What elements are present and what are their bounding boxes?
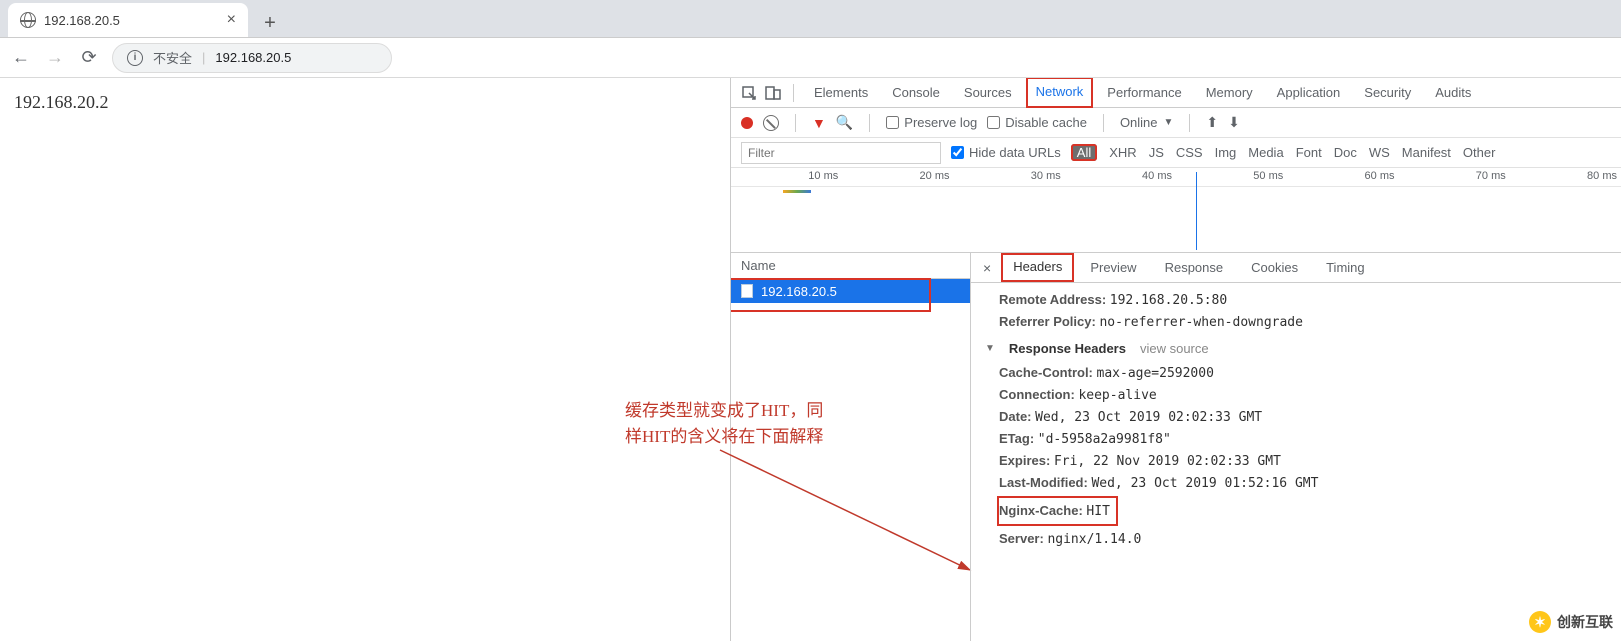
request-detail: × Headers Preview Response Cookies Timin… bbox=[971, 253, 1621, 641]
back-button[interactable]: ← bbox=[10, 47, 32, 69]
filter-type-all[interactable]: All bbox=[1071, 144, 1097, 161]
headers-pane[interactable]: Remote Address: 192.168.20.5:80 Referrer… bbox=[971, 283, 1621, 641]
detail-tab-cookies[interactable]: Cookies bbox=[1239, 254, 1310, 281]
forward-button[interactable]: → bbox=[44, 47, 66, 69]
browser-tab[interactable]: 192.168.20.5 × bbox=[8, 3, 248, 37]
filter-type-font[interactable]: Font bbox=[1296, 145, 1322, 160]
filter-type-img[interactable]: Img bbox=[1215, 145, 1237, 160]
devtools-panel: Elements Console Sources Network Perform… bbox=[730, 78, 1621, 641]
preserve-log-checkbox[interactable]: Preserve log bbox=[886, 115, 977, 130]
throttle-select[interactable]: Online▼ bbox=[1120, 115, 1173, 130]
close-detail-icon[interactable]: × bbox=[977, 260, 997, 276]
network-filter-bar: Hide data URLs All XHR JS CSS Img Media … bbox=[731, 138, 1621, 168]
filter-type-doc[interactable]: Doc bbox=[1334, 145, 1357, 160]
inspect-icon[interactable] bbox=[739, 83, 759, 103]
omnibox[interactable]: i 不安全 | 192.168.20.5 bbox=[112, 43, 392, 73]
filter-type-manifest[interactable]: Manifest bbox=[1402, 145, 1451, 160]
detail-tab-headers[interactable]: Headers bbox=[1001, 253, 1074, 282]
globe-icon bbox=[20, 12, 36, 28]
tab-sources[interactable]: Sources bbox=[954, 78, 1022, 107]
timeline-load-marker bbox=[1196, 172, 1197, 250]
not-secure-label: 不安全 bbox=[153, 48, 192, 67]
detail-tab-response[interactable]: Response bbox=[1153, 254, 1236, 281]
filter-type-other[interactable]: Other bbox=[1463, 145, 1496, 160]
record-icon[interactable] bbox=[741, 117, 753, 129]
filter-type-media[interactable]: Media bbox=[1248, 145, 1283, 160]
download-har-icon[interactable]: ⬇ bbox=[1228, 114, 1240, 131]
detail-tab-timing[interactable]: Timing bbox=[1314, 254, 1377, 281]
tab-performance[interactable]: Performance bbox=[1097, 78, 1191, 107]
hide-data-urls-checkbox[interactable]: Hide data URLs bbox=[951, 145, 1061, 160]
close-tab-icon[interactable]: × bbox=[227, 11, 236, 29]
document-icon bbox=[741, 284, 753, 298]
page-text: 192.168.20.2 bbox=[14, 92, 109, 112]
tab-application[interactable]: Application bbox=[1267, 78, 1351, 107]
filter-icon[interactable]: ▼ bbox=[812, 115, 826, 131]
separator: | bbox=[202, 50, 205, 65]
browser-tab-strip: 192.168.20.5 × + bbox=[0, 0, 1621, 38]
filter-input[interactable] bbox=[741, 142, 941, 164]
highlight-nginx-cache: Nginx-Cache: HIT bbox=[997, 496, 1118, 526]
timeline-request-bar bbox=[783, 190, 811, 193]
filter-type-js[interactable]: JS bbox=[1149, 145, 1164, 160]
watermark: ✶ 创新互联 bbox=[1529, 611, 1613, 633]
upload-har-icon[interactable]: ⬆ bbox=[1206, 114, 1218, 131]
address-bar: ← → ⟳ i 不安全 | 192.168.20.5 bbox=[0, 38, 1621, 78]
device-toggle-icon[interactable] bbox=[763, 83, 783, 103]
tab-network[interactable]: Network bbox=[1026, 78, 1094, 108]
tab-title: 192.168.20.5 bbox=[44, 13, 120, 28]
tab-security[interactable]: Security bbox=[1354, 78, 1421, 107]
filter-type-xhr[interactable]: XHR bbox=[1109, 145, 1136, 160]
tab-audits[interactable]: Audits bbox=[1425, 78, 1481, 107]
devtools-tabs: Elements Console Sources Network Perform… bbox=[731, 78, 1621, 108]
info-icon: i bbox=[127, 50, 143, 66]
url-text: 192.168.20.5 bbox=[215, 50, 291, 65]
detail-tab-preview[interactable]: Preview bbox=[1078, 254, 1148, 281]
new-tab-button[interactable]: + bbox=[256, 9, 284, 37]
network-timeline[interactable]: 10 ms 20 ms 30 ms 40 ms 50 ms 60 ms 70 m… bbox=[731, 168, 1621, 253]
network-toolbar: ▼ 🔍 Preserve log Disable cache Online▼ ⬆… bbox=[731, 108, 1621, 138]
column-name[interactable]: Name bbox=[731, 253, 970, 279]
tab-console[interactable]: Console bbox=[882, 78, 950, 107]
request-row[interactable]: 192.168.20.5 bbox=[731, 279, 970, 303]
filter-type-ws[interactable]: WS bbox=[1369, 145, 1390, 160]
request-name: 192.168.20.5 bbox=[761, 284, 837, 299]
filter-type-css[interactable]: CSS bbox=[1176, 145, 1203, 160]
detail-tabs: × Headers Preview Response Cookies Timin… bbox=[971, 253, 1621, 283]
response-headers-section[interactable]: ▼ Response Headers view source bbox=[985, 333, 1621, 362]
watermark-logo-icon: ✶ bbox=[1529, 611, 1551, 633]
disable-cache-checkbox[interactable]: Disable cache bbox=[987, 115, 1087, 130]
tab-memory[interactable]: Memory bbox=[1196, 78, 1263, 107]
clear-icon[interactable] bbox=[763, 115, 779, 131]
search-icon[interactable]: 🔍 bbox=[836, 114, 853, 131]
page-content: 192.168.20.2 缓存类型就变成了HIT，同 样HIT的含义将在下面解释 bbox=[0, 78, 730, 641]
tab-elements[interactable]: Elements bbox=[804, 78, 878, 107]
request-list: Name 192.168.20.5 bbox=[731, 253, 971, 641]
reload-button[interactable]: ⟳ bbox=[78, 47, 100, 69]
